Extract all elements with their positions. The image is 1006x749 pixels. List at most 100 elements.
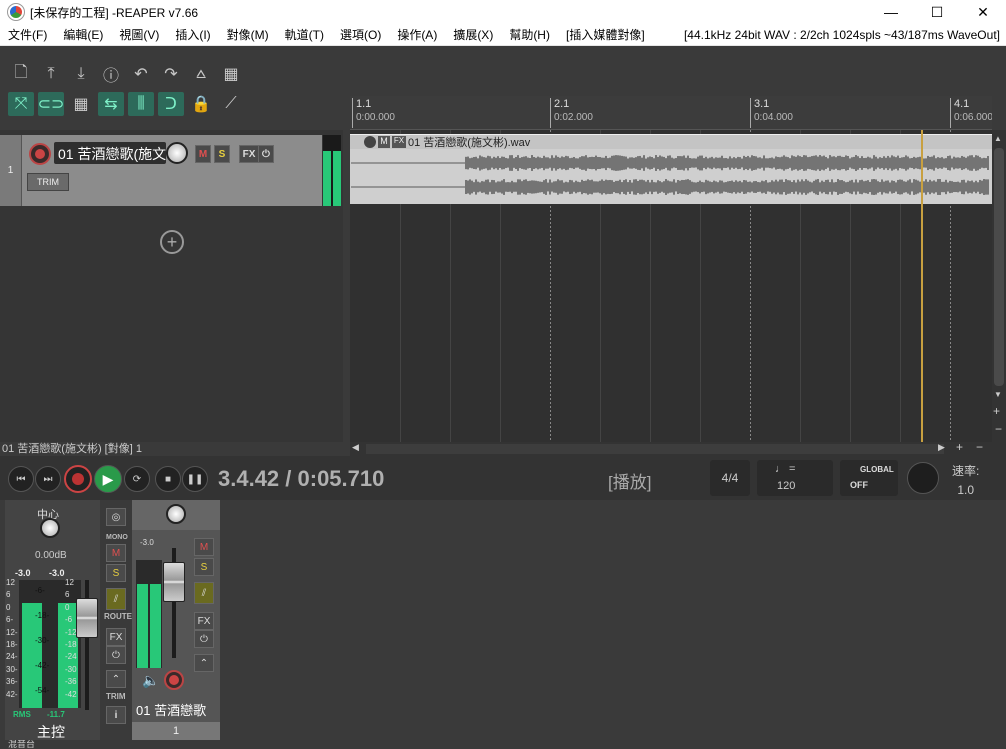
master-info-button[interactable]: i	[106, 706, 126, 724]
auto-crossfade-icon[interactable]: ▦	[218, 62, 244, 86]
strip-pan-knob[interactable]	[166, 504, 186, 524]
scroll-down-icon[interactable]: ▼	[994, 390, 1002, 399]
strip-solo-button[interactable]: S	[194, 558, 214, 576]
strip-fx-button[interactable]: FX	[194, 612, 214, 630]
record-button[interactable]	[64, 465, 92, 493]
strip-route-icon[interactable]: ⫽	[194, 582, 214, 604]
mixer-tab[interactable]: 混音台	[8, 740, 35, 749]
playrate-knob[interactable]	[907, 462, 939, 494]
fx-bypass-icon[interactable]: ⏻	[258, 145, 274, 163]
volume-knob[interactable]	[166, 142, 188, 164]
menu-help[interactable]: 幫助(H)	[501, 26, 558, 43]
menu-insert[interactable]: 插入(I)	[167, 26, 218, 43]
play-cursor	[921, 130, 923, 442]
stop-button[interactable]: ■	[155, 466, 181, 492]
magnet-icon[interactable]: ᑐ	[158, 92, 184, 116]
item-fx-button[interactable]: FX	[392, 136, 406, 148]
menu-actions[interactable]: 操作(A)	[389, 26, 445, 43]
master-solo-button[interactable]: S	[106, 564, 126, 582]
strip-envelope-icon[interactable]: ⌃	[194, 654, 214, 672]
master-fx-button[interactable]: FX	[106, 628, 126, 646]
ripple-edit-icon[interactable]: ⤧	[8, 92, 34, 116]
tempo-value: 120	[777, 480, 796, 492]
playrate[interactable]: 速率: 1.0	[952, 462, 979, 497]
close-button[interactable]: ✕	[960, 0, 1006, 24]
menu-track[interactable]: 軌道(T)	[277, 26, 332, 43]
trim-button[interactable]: TRIM	[27, 173, 69, 191]
menu-edit[interactable]: 編輯(E)	[55, 26, 111, 43]
save-project-icon[interactable]: ⤓	[68, 62, 94, 86]
mono-icon[interactable]: ◎	[106, 508, 126, 526]
master-fx-bypass-icon[interactable]: ⏻	[106, 646, 126, 664]
zoom-in-vertical-icon[interactable]: +	[993, 404, 1000, 418]
vertical-scrollbar[interactable]: ▲ ▼ + −	[992, 130, 1006, 442]
item-grouping-icon[interactable]: ⊂⊃	[38, 92, 64, 116]
snap-icon[interactable]: ⫼	[128, 92, 154, 116]
strip-peak: -3.0	[140, 538, 154, 547]
strip-record-arm-button[interactable]	[164, 670, 184, 690]
record-arm-button[interactable]	[29, 143, 51, 165]
pause-button[interactable]: ❚❚	[182, 466, 208, 492]
menu-file[interactable]: 文件(F)	[0, 26, 55, 43]
locking-icon[interactable]: ⇆	[98, 92, 124, 116]
scale-tick: -18-	[35, 611, 50, 620]
rate-label: 速率:	[952, 464, 980, 478]
master-envelope-icon[interactable]: ⌃	[106, 670, 126, 688]
scale-tick: -36	[65, 677, 77, 687]
menu-view[interactable]: 視圖(V)	[111, 26, 167, 43]
item-volume-knob-icon[interactable]	[364, 136, 376, 148]
mute-button[interactable]: M	[195, 145, 211, 163]
time-signature[interactable]: 4/4	[710, 460, 750, 496]
add-track-icon[interactable]: +	[160, 230, 184, 254]
strip-fader[interactable]	[163, 562, 185, 602]
project-settings-icon[interactable]: ⓘ	[98, 62, 124, 86]
menu-item[interactable]: 對像(M)	[219, 26, 277, 43]
timeline-ruler[interactable]: 1.1 0:00.000 2.1 0:02.000 3.1 0:04.000 4.1 0…	[350, 96, 992, 130]
track-name[interactable]: 01 苦酒戀歌(施文彬)	[54, 142, 166, 164]
undo-icon[interactable]: ↶	[128, 62, 154, 86]
play-button[interactable]: ▶	[94, 465, 122, 493]
envelope-points-icon[interactable]: ⟋	[218, 92, 244, 116]
minimize-button[interactable]: —	[868, 0, 914, 24]
speaker-icon[interactable]: 🔈	[142, 672, 159, 689]
horizontal-scrollbar[interactable]: ◀ ▶ + −	[350, 440, 1006, 456]
route-icon[interactable]: ⫽	[106, 588, 126, 610]
lock-icon[interactable]: 🔒	[188, 92, 214, 116]
scroll-right-icon[interactable]: ▶	[938, 442, 945, 453]
item-mute-button[interactable]: M	[378, 136, 390, 148]
maximize-button[interactable]: ☐	[914, 0, 960, 24]
go-to-start-icon[interactable]: ⏮	[8, 466, 34, 492]
zoom-out-vertical-icon[interactable]: −	[995, 422, 1002, 436]
zoom-in-horizontal-icon[interactable]: +	[956, 440, 963, 454]
new-project-icon[interactable]: 🗋	[8, 62, 34, 86]
repeat-icon[interactable]: ⟳	[124, 466, 150, 492]
strip-fx-bypass-icon[interactable]: ⏻	[194, 630, 214, 648]
vertical-scrollbar-thumb[interactable]	[994, 148, 1004, 386]
go-to-end-icon[interactable]: ⏭	[35, 466, 61, 492]
menu-insert-media-item[interactable]: [插入媒體對像]	[558, 26, 653, 43]
global-automation[interactable]: GLOBAL OFF	[840, 460, 898, 496]
master-fader[interactable]	[76, 598, 98, 638]
master-pan-knob[interactable]	[40, 518, 60, 538]
metronome-icon[interactable]: ⩟	[188, 62, 214, 86]
horizontal-scrollbar-thumb[interactable]	[366, 444, 944, 454]
scale-tick: 24-	[6, 652, 18, 662]
tempo-display[interactable]: ♩ = 120	[757, 460, 833, 496]
redo-icon[interactable]: ↷	[158, 62, 184, 86]
menu-options[interactable]: 選項(O)	[332, 26, 389, 43]
menu-extensions[interactable]: 擴展(X)	[445, 26, 501, 43]
strip-mute-button[interactable]: M	[194, 538, 214, 556]
solo-button[interactable]: S	[214, 145, 230, 163]
grid-icon[interactable]: ▦	[68, 92, 94, 116]
track-1[interactable]: 1 01 苦酒戀歌(施文彬) M S FX ⏻ TRIM	[0, 135, 322, 206]
time-display[interactable]: 3.4.42 / 0:05.710	[218, 466, 384, 492]
zoom-out-horizontal-icon[interactable]: −	[976, 440, 983, 454]
scroll-left-icon[interactable]: ◀	[352, 442, 359, 453]
master-mute-button[interactable]: M	[106, 544, 126, 562]
scroll-up-icon[interactable]: ▲	[994, 134, 1002, 143]
track-number: 1	[0, 135, 22, 206]
media-item[interactable]: M FX 01 苦酒戀歌(施文彬).wav	[350, 134, 992, 204]
arrange-view[interactable]: 1.1 0:00.000 2.1 0:02.000 3.1 0:04.000 4.1 0…	[350, 96, 992, 442]
open-project-icon[interactable]: ⤒	[38, 62, 64, 86]
fx-button[interactable]: FX	[239, 145, 259, 163]
